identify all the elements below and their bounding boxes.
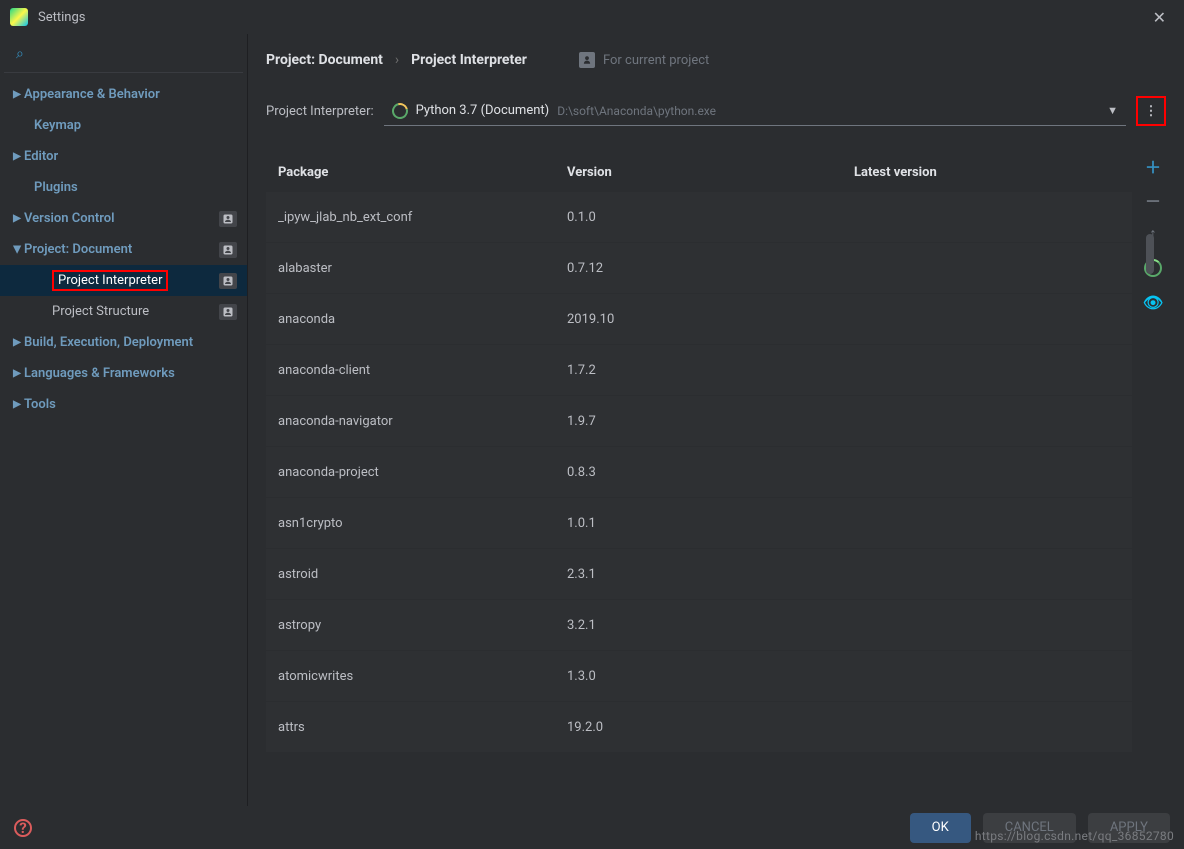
tree-label: Editor [24, 149, 58, 164]
interpreter-row: Project Interpreter: Python 3.7 (Documen… [266, 96, 1166, 126]
table-body: _ipyw_jlab_nb_ext_conf0.1.0alabaster0.7.… [266, 192, 1132, 753]
ok-button[interactable]: OK [910, 813, 971, 843]
chevron-right-icon: › [395, 52, 399, 68]
table-row[interactable]: asn1crypto1.0.1 [266, 498, 1132, 548]
show-early-releases-button[interactable]: 👁 [1143, 292, 1163, 312]
cell-version: 0.8.3 [567, 465, 854, 480]
interpreter-settings-button[interactable]: ⋮ [1136, 96, 1166, 126]
cell-package: anaconda [278, 312, 567, 327]
tree-appearance[interactable]: ▶Appearance & Behavior [0, 79, 247, 110]
cell-version: 1.3.0 [567, 669, 854, 684]
titlebar: Settings ✕ [0, 0, 1184, 34]
cell-package: attrs [278, 720, 567, 735]
remove-package-button[interactable]: － [1143, 190, 1163, 210]
cell-version: 3.2.1 [567, 618, 854, 633]
app-icon [10, 8, 28, 26]
tree-editor[interactable]: ▶Editor [0, 141, 247, 172]
tree-languages[interactable]: ▶Languages & Frameworks [0, 358, 247, 389]
tree-label: Project Structure [52, 304, 149, 319]
cell-version: 2.3.1 [567, 567, 854, 582]
scrollbar-thumb[interactable] [1146, 234, 1154, 274]
table-row[interactable]: astropy3.2.1 [266, 600, 1132, 650]
help-button[interactable]: ? [14, 819, 32, 837]
tree-plugins[interactable]: Plugins [0, 172, 247, 203]
cell-version: 1.9.7 [567, 414, 854, 429]
table-row[interactable]: _ipyw_jlab_nb_ext_conf0.1.0 [266, 192, 1132, 242]
close-icon[interactable]: ✕ [1145, 4, 1174, 31]
cell-version: 0.1.0 [567, 210, 854, 225]
cell-version: 1.7.2 [567, 363, 854, 378]
header-version[interactable]: Version [567, 165, 854, 180]
breadcrumb: Project: Document › Project Interpreter … [266, 52, 1166, 68]
project-badge-icon [219, 211, 237, 227]
tree-project[interactable]: ▶Project: Document [0, 234, 247, 265]
project-hint-label: For current project [603, 53, 709, 68]
cell-package: anaconda-project [278, 465, 567, 480]
chevron-down-icon: ▼ [1107, 104, 1118, 117]
table-row[interactable]: atomicwrites1.3.0 [266, 651, 1132, 701]
content-pane: Project: Document › Project Interpreter … [248, 34, 1184, 806]
project-hint: For current project [579, 52, 709, 68]
highlight-box: Project Interpreter [52, 270, 168, 291]
table-row[interactable]: anaconda-navigator1.9.7 [266, 396, 1132, 446]
tree-label: Keymap [34, 118, 81, 133]
project-badge-icon [219, 273, 237, 289]
watermark: https://blog.csdn.net/qq_36852780 [975, 829, 1174, 843]
table-row[interactable]: anaconda-project0.8.3 [266, 447, 1132, 497]
table-header: Package Version Latest version [266, 152, 1132, 192]
tree-label: Plugins [34, 180, 78, 195]
table-row[interactable]: anaconda2019.10 [266, 294, 1132, 344]
tree-label: Version Control [24, 211, 114, 226]
interpreter-path: D:\soft\Anaconda\python.exe [557, 104, 716, 118]
cell-package: astroid [278, 567, 567, 582]
interpreter-label: Project Interpreter: [266, 104, 374, 119]
header-package[interactable]: Package [278, 165, 567, 180]
cell-package: anaconda-navigator [278, 414, 567, 429]
tree-label: Project: Document [24, 242, 132, 257]
tree-keymap[interactable]: Keymap [0, 110, 247, 141]
packages-table: Package Version Latest version _ipyw_jla… [266, 152, 1132, 753]
tree-label: Build, Execution, Deployment [24, 335, 193, 350]
cell-package: _ipyw_jlab_nb_ext_conf [278, 210, 567, 225]
cell-package: anaconda-client [278, 363, 567, 378]
project-badge-icon [219, 242, 237, 258]
breadcrumb-leaf: Project Interpreter [411, 52, 527, 68]
settings-sidebar: ⌕ ▶Appearance & Behavior Keymap ▶Editor … [0, 34, 248, 806]
interpreter-select[interactable]: Python 3.7 (Document) D:\soft\Anaconda\p… [384, 96, 1126, 126]
tree-build[interactable]: ▶Build, Execution, Deployment [0, 327, 247, 358]
tree-version-control[interactable]: ▶Version Control [0, 203, 247, 234]
cell-version: 19.2.0 [567, 720, 854, 735]
project-badge-icon [219, 304, 237, 320]
table-row[interactable]: attrs19.2.0 [266, 702, 1132, 752]
table-row[interactable]: alabaster0.7.12 [266, 243, 1132, 293]
breadcrumb-root[interactable]: Project: Document [266, 52, 383, 68]
search-icon: ⌕ [16, 46, 24, 62]
cell-version: 0.7.12 [567, 261, 854, 276]
tree-project-structure[interactable]: Project Structure [0, 296, 247, 327]
cell-package: alabaster [278, 261, 567, 276]
cell-package: asn1crypto [278, 516, 567, 531]
table-row[interactable]: astroid2.3.1 [266, 549, 1132, 599]
cell-version: 2019.10 [567, 312, 854, 327]
tree-label: Languages & Frameworks [24, 366, 175, 381]
tree-label: Appearance & Behavior [24, 87, 160, 102]
cell-package: atomicwrites [278, 669, 567, 684]
tree-label: Tools [24, 397, 56, 412]
table-row[interactable]: anaconda-client1.7.2 [266, 345, 1132, 395]
sidebar-search[interactable]: ⌕ [4, 40, 243, 73]
project-hint-icon [579, 52, 595, 68]
window-title: Settings [38, 10, 85, 25]
add-package-button[interactable]: ＋ [1143, 156, 1163, 176]
cell-version: 1.0.1 [567, 516, 854, 531]
python-icon [389, 100, 411, 122]
tree-label: Project Interpreter [58, 273, 162, 288]
tree-project-interpreter[interactable]: Project Interpreter [0, 265, 247, 296]
tree-tools[interactable]: ▶Tools [0, 389, 247, 420]
settings-tree: ▶Appearance & Behavior Keymap ▶Editor Pl… [0, 73, 247, 420]
cell-package: astropy [278, 618, 567, 633]
interpreter-name: Python 3.7 (Document) [416, 103, 550, 118]
header-latest[interactable]: Latest version [854, 165, 1120, 180]
